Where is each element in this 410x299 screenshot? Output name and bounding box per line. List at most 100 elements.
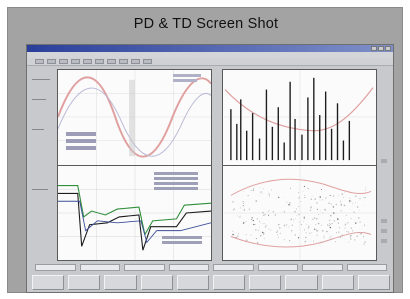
toolbar-button[interactable] (71, 59, 80, 64)
status-field[interactable] (213, 264, 254, 271)
scatter-point (310, 205, 312, 207)
scroll-marker[interactable] (381, 229, 387, 233)
scatter-point (363, 204, 364, 206)
scatter-point (305, 236, 307, 239)
scatter-point (295, 218, 296, 219)
scatter-point (332, 195, 335, 197)
scatter-point (297, 237, 300, 239)
scatter-point (347, 222, 349, 224)
scatter-point (283, 224, 286, 227)
scatter-point (359, 221, 361, 223)
scatter-point (352, 203, 353, 205)
function-button[interactable] (213, 275, 246, 290)
scatter-point (234, 208, 236, 210)
scroll-marker[interactable] (381, 239, 387, 243)
scatter-point (276, 231, 278, 233)
readout-block (154, 172, 198, 190)
function-button[interactable] (68, 275, 101, 290)
transient-panel-bottom-left[interactable] (57, 165, 212, 261)
function-button[interactable] (176, 275, 210, 290)
scatter-point (255, 237, 258, 240)
scatter-point (232, 201, 234, 203)
toolbar-button[interactable] (107, 59, 116, 64)
status-field[interactable] (35, 264, 76, 271)
scatter-point (243, 191, 245, 192)
scatter-point (245, 233, 247, 235)
scatter-point (261, 231, 264, 234)
function-button[interactable] (32, 275, 65, 290)
scatter-point (309, 209, 312, 211)
scatter-point (330, 235, 332, 237)
status-field[interactable] (168, 264, 209, 271)
scatter-point (283, 211, 285, 213)
scatter-point (286, 223, 288, 225)
scatter-point (365, 187, 366, 189)
scatter-point (313, 240, 314, 242)
toolbar-button[interactable] (35, 59, 44, 64)
status-field[interactable] (79, 264, 120, 271)
status-field[interactable] (257, 264, 298, 271)
scatter-point (329, 236, 331, 238)
scroll-marker[interactable] (381, 219, 387, 223)
scatter-point (352, 232, 354, 234)
scatter-point (278, 196, 280, 198)
status-field[interactable] (124, 264, 165, 271)
toolbar-button[interactable] (95, 59, 104, 64)
scatter-point (272, 211, 274, 213)
scatter-point (330, 238, 332, 240)
scatter-point (319, 196, 321, 198)
function-button[interactable] (140, 275, 173, 290)
status-field[interactable] (346, 264, 387, 271)
scatter-point (326, 230, 328, 233)
scatter-point (358, 217, 360, 219)
scatter-point (299, 221, 301, 223)
scatter-point (362, 236, 365, 238)
readout-block (66, 132, 96, 150)
toolbar-button[interactable] (119, 59, 128, 64)
close-button[interactable] (385, 46, 391, 51)
scatter-point (329, 223, 331, 225)
waveform-panel-top-left[interactable] (57, 69, 212, 166)
scatter-point (298, 214, 300, 216)
function-button[interactable] (249, 275, 282, 290)
function-button[interactable] (285, 275, 318, 290)
status-field[interactable] (302, 264, 343, 271)
function-button[interactable] (104, 275, 137, 290)
scatter-point (278, 223, 280, 226)
window-controls (371, 46, 391, 51)
scatter-point (331, 223, 333, 225)
function-button[interactable] (321, 275, 354, 290)
maximize-button[interactable] (378, 46, 384, 51)
toolbar-button[interactable] (131, 59, 140, 64)
title-bar (27, 45, 393, 52)
minimize-button[interactable] (371, 46, 377, 51)
scatter-point (311, 231, 313, 233)
scatter-plot (223, 166, 376, 260)
toolbar-button[interactable] (83, 59, 92, 64)
status-field-row (35, 264, 387, 271)
toolbar-button[interactable] (47, 59, 56, 64)
scatter-point (338, 227, 341, 229)
scatter-point (264, 238, 265, 239)
scatter-point (270, 189, 272, 191)
reference-curve-2 (230, 231, 372, 248)
scatter-point (298, 192, 300, 194)
plot-cursor (129, 79, 135, 157)
scatter-point (266, 224, 268, 226)
scatter-point (296, 215, 297, 216)
scatter-point (342, 197, 344, 198)
scatter-point (263, 234, 265, 236)
scroll-marker[interactable] (381, 159, 387, 163)
scatter-point (322, 212, 324, 214)
scatter-point (256, 218, 258, 220)
scatter-point (344, 225, 346, 227)
toolbar-button[interactable] (59, 59, 68, 64)
pulse-panel-top-right[interactable] (222, 69, 377, 166)
scatter-point (257, 230, 259, 231)
function-button[interactable] (357, 275, 391, 290)
scatter-point (235, 236, 237, 239)
scatter-point (343, 204, 346, 207)
scatter-point (260, 234, 262, 237)
scatter-panel-bottom-right[interactable] (222, 165, 377, 261)
toolbar-button[interactable] (143, 59, 152, 64)
